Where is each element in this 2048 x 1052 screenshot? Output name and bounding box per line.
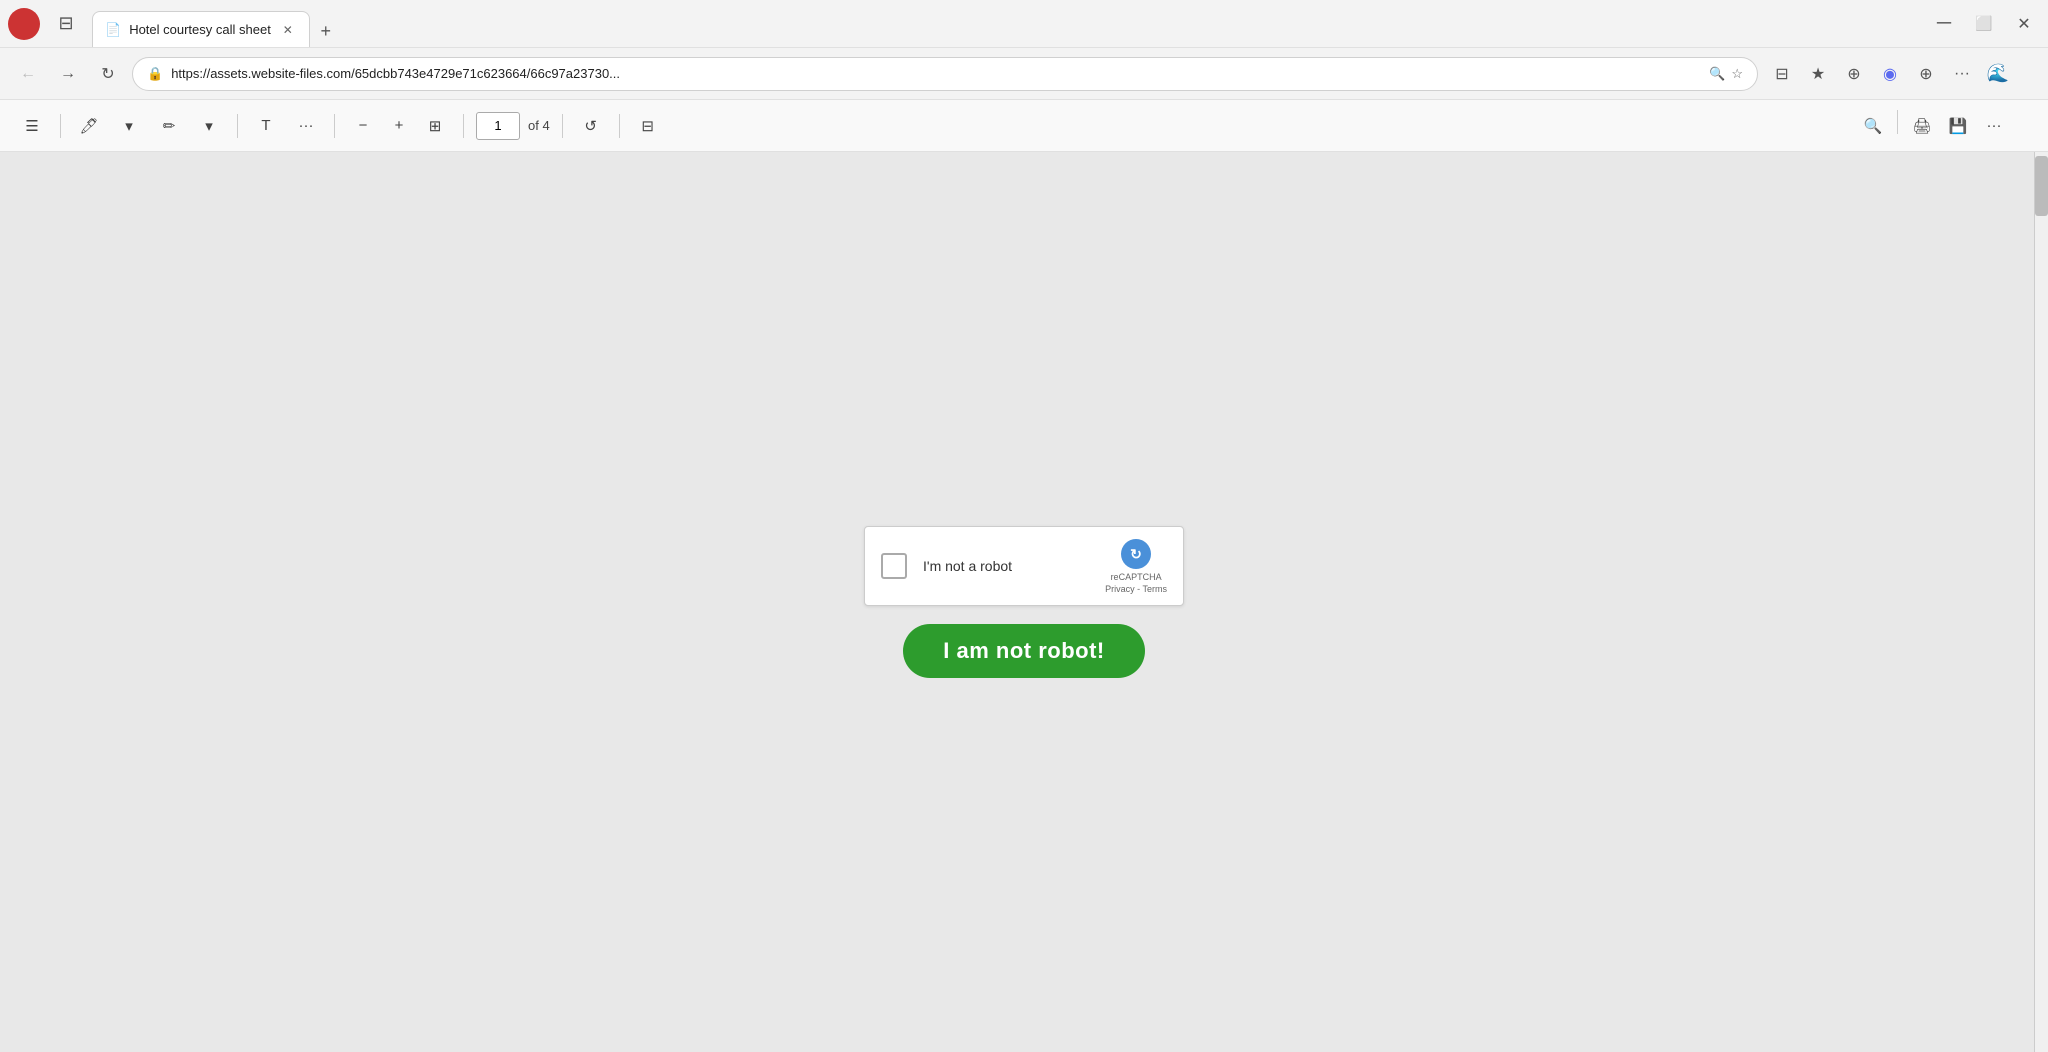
toolbar-divider-7 — [1897, 110, 1898, 134]
refresh-btn[interactable]: ↻ — [92, 58, 124, 90]
toolbar-divider-4 — [463, 114, 464, 138]
forward-btn[interactable]: → — [52, 58, 84, 90]
pdf-toolbar-right: 🔍 🖨 💾 ··· — [1857, 110, 2010, 142]
edge-logo[interactable]: 🌊 — [1982, 58, 2014, 90]
more-tools-icon[interactable]: ··· — [1946, 58, 1978, 90]
captcha-label: I'm not a robot — [923, 558, 1089, 574]
browser-window: ⊟ 📄 Hotel courtesy call sheet ✕ + ─ ⬜ ✕ … — [0, 0, 2048, 1052]
title-bar: ⊟ 📄 Hotel courtesy call sheet ✕ + ─ ⬜ ✕ — [0, 0, 2048, 48]
pdf-draw-btn[interactable]: ✏ — [153, 110, 185, 142]
collections-icon[interactable]: ⊕ — [1838, 58, 1870, 90]
address-bar[interactable]: 🔒 https://assets.website-files.com/65dcb… — [132, 57, 1758, 91]
recaptcha-logo-icon: ↻ — [1120, 538, 1152, 570]
minimize-btn[interactable]: ─ — [1928, 8, 1960, 40]
profiles-icon[interactable]: ⊕ — [1910, 58, 1942, 90]
close-btn[interactable]: ✕ — [2008, 8, 2040, 40]
toolbar-divider-1 — [60, 114, 61, 138]
url-text: https://assets.website-files.com/65dcbb7… — [171, 66, 1701, 81]
tab-groups-icon[interactable]: ⊟ — [1766, 58, 1798, 90]
recaptcha-privacy-text: Privacy - Terms — [1105, 584, 1167, 594]
pdf-zoom-controls: − + ⊞ — [347, 110, 451, 142]
copilot-icon[interactable]: ◉ — [1874, 58, 1906, 90]
pdf-zoom-in-btn[interactable]: + — [383, 110, 415, 142]
toolbar-divider-6 — [619, 114, 620, 138]
new-tab-button[interactable]: + — [310, 15, 342, 47]
pdf-print-btn[interactable]: 🖨 — [1906, 110, 1938, 142]
pdf-search-btn[interactable]: 🔍 — [1857, 110, 1889, 142]
active-tab[interactable]: 📄 Hotel courtesy call sheet ✕ — [92, 11, 310, 47]
sidebar-toggle-btn[interactable]: ⊟ — [48, 6, 84, 42]
svg-text:↻: ↻ — [1130, 546, 1142, 562]
browser-toolbar-icons: ⊟ ★ ⊕ ◉ ⊕ ··· 🌊 — [1766, 58, 2014, 90]
star-icon[interactable]: ☆ — [1731, 66, 1743, 82]
search-address-icon[interactable]: 🔍 — [1709, 66, 1725, 82]
tab-title: Hotel courtesy call sheet — [129, 22, 271, 37]
content-area: I'm not a robot ↻ reCAPTCHA Privacy - Te… — [0, 152, 2048, 1052]
favorites-icon[interactable]: ★ — [1802, 58, 1834, 90]
page-scrollbar[interactable] — [2034, 152, 2048, 1052]
pdf-text-btn[interactable]: T — [250, 110, 282, 142]
toolbar-divider-2 — [237, 114, 238, 138]
pdf-two-page-btn[interactable]: ⊟ — [632, 110, 664, 142]
pdf-menu-btn[interactable]: ☰ — [16, 110, 48, 142]
pdf-toolbar: ☰ 🖊 ▾ ✏ ▾ T ··· − + ⊞ of 4 ↺ ⊟ 🔍 🖨 💾 ··· — [0, 100, 2048, 152]
window-controls: ─ ⬜ ✕ — [1928, 8, 2040, 40]
pdf-rotate-btn[interactable]: ↺ — [575, 110, 607, 142]
pdf-more-options-btn[interactable]: ··· — [1978, 110, 2010, 142]
tab-bar: 📄 Hotel courtesy call sheet ✕ + — [92, 0, 1920, 47]
pdf-fit-btn[interactable]: ⊞ — [419, 110, 451, 142]
pdf-highlight-dropdown[interactable]: ▾ — [113, 110, 145, 142]
recaptcha-label: reCAPTCHA — [1111, 572, 1162, 582]
tab-close-btn[interactable]: ✕ — [279, 21, 297, 39]
tab-page-icon: 📄 — [105, 22, 121, 38]
captcha-area: I'm not a robot ↻ reCAPTCHA Privacy - Te… — [864, 526, 1184, 678]
pdf-zoom-out-btn[interactable]: − — [347, 110, 379, 142]
pdf-more-btn[interactable]: ··· — [290, 110, 322, 142]
captcha-checkbox[interactable] — [881, 553, 907, 579]
back-btn[interactable]: ← — [12, 58, 44, 90]
pdf-save-btn[interactable]: 💾 — [1942, 110, 1974, 142]
pdf-page-total: of 4 — [528, 118, 550, 133]
pdf-page-input[interactable] — [476, 112, 520, 140]
address-bar-icons: 🔍 ☆ — [1709, 66, 1743, 82]
toolbar-divider-3 — [334, 114, 335, 138]
profile-icon[interactable] — [8, 8, 40, 40]
captcha-widget: I'm not a robot ↻ reCAPTCHA Privacy - Te… — [864, 526, 1184, 606]
pdf-highlight-btn[interactable]: 🖊 — [73, 110, 105, 142]
maximize-btn[interactable]: ⬜ — [1968, 8, 2000, 40]
toolbar-divider-5 — [562, 114, 563, 138]
address-bar-row: ← → ↻ 🔒 https://assets.website-files.com… — [0, 48, 2048, 100]
pdf-draw-dropdown[interactable]: ▾ — [193, 110, 225, 142]
recaptcha-logo-area: ↻ reCAPTCHA Privacy - Terms — [1105, 538, 1167, 594]
robot-button[interactable]: I am not robot! — [903, 624, 1144, 678]
lock-icon: 🔒 — [147, 66, 163, 82]
scrollbar-thumb[interactable] — [2035, 156, 2048, 216]
